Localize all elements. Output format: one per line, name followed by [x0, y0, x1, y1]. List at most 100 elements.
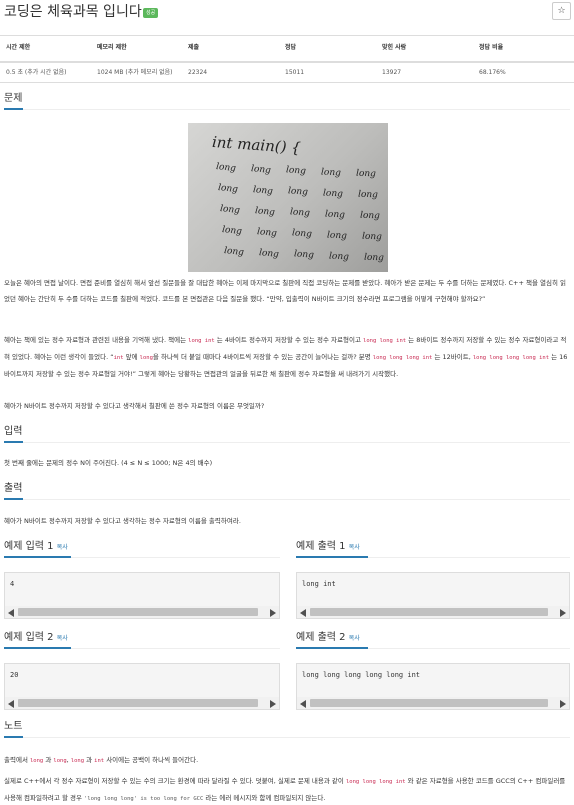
scroll-right-icon[interactable]	[560, 609, 566, 617]
sample-output-1-box[interactable]: long int	[296, 572, 570, 619]
section-underline	[4, 441, 23, 443]
figure-code-line: int main() {	[211, 132, 302, 158]
section-underline	[4, 498, 23, 500]
figure-word: long	[324, 208, 346, 221]
figure-word: long	[252, 184, 274, 197]
section-underline	[296, 556, 368, 558]
section-title-output: 출력	[4, 483, 23, 494]
sample-input-1-box[interactable]: 4	[4, 572, 280, 619]
copy-button[interactable]: 복사	[57, 635, 68, 642]
sample-output-2-box[interactable]: long long long long long int	[296, 663, 570, 710]
figure-word: long	[361, 231, 383, 243]
sample-input-2-box[interactable]: 20	[4, 663, 280, 710]
figure-word: long	[217, 182, 239, 196]
figure-word: long	[256, 226, 278, 239]
value-submissions: 22324	[182, 61, 279, 84]
problem-paragraph-3: 혜아가 N바이트 정수까지 저장할 수 있다고 생각해서 칠판에 쓴 정수 자료…	[4, 402, 265, 410]
scroll-thumb[interactable]	[310, 699, 548, 707]
figure-word: long	[355, 168, 377, 180]
value-memory-limit: 1024 MB (추가 메모리 없음)	[91, 61, 182, 84]
sample-input-1-title: 예제 입력 1 복사	[4, 541, 68, 552]
copy-button[interactable]: 복사	[349, 635, 360, 642]
section-underline	[4, 108, 23, 110]
note-paragraph-1: 출력에서 long 과 long, long 과 int 사이에는 공백이 하나…	[4, 756, 199, 764]
figure-word: long	[320, 166, 342, 179]
problem-paragraph-2: 혜아는 책에 있는 정수 자료형과 관련된 내용을 기억해 냈다. 책에는 lo…	[4, 336, 568, 378]
section-underline	[4, 647, 71, 649]
sample-value: long long long long long int	[302, 671, 421, 679]
figure-word: long	[258, 247, 280, 260]
figure-word: long	[289, 207, 311, 219]
figure-word: long	[293, 249, 315, 261]
copy-button[interactable]: 복사	[57, 544, 68, 551]
sample-output-2-title: 예제 출력 2 복사	[296, 632, 360, 643]
section-title-input: 입력	[4, 426, 23, 437]
figure-word: long	[219, 203, 241, 217]
note-paragraph-2: 실제로 C++에서 각 정수 자료형이 저장할 수 있는 수의 크기는 환경에 …	[4, 777, 566, 802]
value-ratio: 68.176%	[473, 61, 574, 84]
divider	[23, 442, 570, 443]
input-description: 첫 번째 줄에는 문제의 정수 N이 주어진다. (4 ≤ N ≤ 1000; …	[4, 459, 213, 467]
sample-input-2-title: 예제 입력 2 복사	[4, 632, 68, 643]
sample-value: 4	[10, 580, 15, 588]
horizontal-scrollbar[interactable]	[5, 697, 279, 709]
figure-word: long	[250, 163, 272, 176]
horizontal-scrollbar[interactable]	[5, 606, 279, 618]
sample-output-1-title: 예제 출력 1 복사	[296, 541, 360, 552]
divider	[23, 499, 570, 500]
value-accepted: 15011	[279, 61, 376, 84]
scroll-left-icon[interactable]	[8, 609, 14, 617]
figure-word: long	[322, 187, 344, 200]
horizontal-scrollbar[interactable]	[297, 697, 569, 709]
scroll-left-icon[interactable]	[300, 700, 306, 708]
header-accepted: 정답	[279, 35, 376, 63]
divider	[71, 648, 280, 649]
figure-word: long	[223, 245, 245, 259]
figure-word: long	[254, 205, 276, 218]
divider	[368, 648, 570, 649]
header-ratio: 정답 비율	[473, 35, 574, 63]
problem-paragraph-1: 오늘은 혜아의 면접 날이다. 면접 준비를 열심히 해서 앞선 질문들을 잘 …	[4, 279, 567, 303]
horizontal-scrollbar[interactable]	[297, 606, 569, 618]
divider	[23, 737, 570, 738]
figure-word: long	[291, 228, 313, 240]
figure-word: long	[215, 161, 237, 175]
header-solved: 맞힌 사람	[376, 35, 473, 63]
status-badge: 성공	[143, 8, 159, 18]
figure-word: long	[357, 189, 379, 201]
scroll-right-icon[interactable]	[270, 609, 276, 617]
figure-word: long	[221, 224, 243, 238]
section-underline	[4, 556, 71, 558]
copy-button[interactable]: 복사	[349, 544, 360, 551]
scroll-thumb[interactable]	[18, 608, 258, 616]
scroll-left-icon[interactable]	[300, 609, 306, 617]
divider	[23, 109, 570, 110]
header-time-limit: 시간 제한	[0, 35, 91, 63]
scroll-thumb[interactable]	[18, 699, 258, 707]
star-icon: ☆	[557, 6, 566, 16]
scroll-right-icon[interactable]	[270, 700, 276, 708]
section-title-problem: 문제	[4, 93, 23, 104]
favorite-button[interactable]: ☆	[552, 2, 571, 20]
header-memory-limit: 메모리 제한	[91, 35, 182, 63]
figure-word: long	[328, 250, 350, 263]
scroll-thumb[interactable]	[310, 608, 548, 616]
value-time-limit: 0.5 초 (추가 시간 없음)	[0, 61, 91, 84]
sample-value: 20	[10, 671, 19, 679]
section-underline	[4, 736, 23, 738]
whiteboard-image: int main() { long long long long long long lon…	[188, 123, 388, 272]
section-title-note: 노트	[4, 721, 23, 732]
scroll-right-icon[interactable]	[560, 700, 566, 708]
figure-word: long	[287, 186, 309, 198]
figure-word: long	[363, 252, 385, 264]
problem-info-table: 시간 제한 메모리 제한 제출 정답 맞힌 사람 정답 비율 0.5 초 (추가…	[0, 35, 574, 84]
figure-word: long	[326, 229, 348, 242]
output-description: 혜아가 N바이트 정수까지 저장할 수 있다고 생각하는 정수 자료형의 이름을…	[4, 517, 241, 525]
divider	[368, 557, 570, 558]
scroll-left-icon[interactable]	[8, 700, 14, 708]
figure-word: long	[285, 165, 307, 177]
problem-title: 코딩은 체육과목 입니다	[4, 4, 142, 20]
divider	[71, 557, 280, 558]
figure-word: long	[359, 210, 381, 222]
sample-value: long int	[302, 580, 336, 588]
